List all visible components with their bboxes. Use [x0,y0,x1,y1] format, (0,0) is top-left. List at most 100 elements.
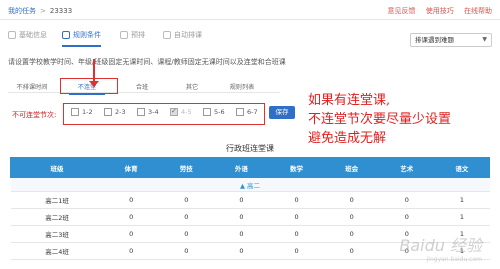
chevron-up-icon: ▲ [239,181,245,190]
breadcrumb-separator: > [40,7,46,15]
option-label: 2-3 [115,108,126,116]
checkbox[interactable] [104,108,112,116]
row-class-name: 高二4班 [10,242,104,260]
option-label: 5-6 [214,108,225,116]
table-row: 高二2班 0 0 0 0 0 0 1 [10,208,490,226]
option-6-7[interactable]: 6-7 [236,108,258,116]
header-class: 班级 [9,157,105,178]
table-cell[interactable]: 0 [103,242,159,260]
header-labor: 劳技 [158,157,215,178]
subtab-rule-list[interactable]: 规则列表 [218,82,266,91]
annotation-line-1: 如果有连堂课, [308,93,391,108]
group-row[interactable]: ▲ 高二 [10,177,490,192]
top-bar: 我的任务 >23333 意见反馈 使用技巧 在线帮助 [0,0,500,20]
table-cell[interactable]: 0 [158,242,214,260]
header-math: 数学 [268,157,325,178]
annotation-text: 如果有连堂课, 不连堂节次要尽量少设置 避免造成无解 [308,91,451,148]
tab-basic-info[interactable]: 基础信息 [8,30,47,40]
option-3-4[interactable]: 3-4 [137,108,159,116]
table-cell[interactable]: 0 [158,191,214,209]
table-cell[interactable]: 0 [213,225,269,243]
row-class-name: 高二3班 [10,225,104,243]
table-cell[interactable]: 1 [434,208,490,226]
top-links: 意见反馈 使用技巧 在线帮助 [380,6,492,16]
table-cell[interactable]: 0 [213,208,269,226]
table-cell[interactable]: 0 [324,208,380,226]
table-cell[interactable]: 0 [213,191,269,209]
tab-auto-schedule[interactable]: 自动排课 [163,30,202,40]
rules-icon [62,31,70,39]
feedback-link[interactable]: 意见反馈 [388,7,416,15]
pre-arrange-icon [120,31,128,39]
breadcrumb-task-id: 23333 [49,7,73,15]
table-cell[interactable]: 0 [268,225,325,243]
option-label: 3-4 [148,108,159,116]
watermark-logo: Baidu 经验 jingyan.baidu.com [399,232,482,263]
schedule-problem-dropdown[interactable]: 排课遇到难题 ▼ [410,33,492,47]
table-cell[interactable]: 0 [103,225,159,243]
chevron-down-icon: ▼ [482,36,487,43]
save-button[interactable]: 保存 [269,106,295,119]
subtab-no-class-time[interactable]: 不排课时间 [8,82,56,91]
table-cell[interactable]: 0 [268,208,325,226]
table-cell[interactable]: 0 [379,191,435,209]
header-art: 艺术 [378,157,435,178]
table-cell[interactable]: 0 [158,208,214,226]
schedule-icon [163,31,171,39]
dropdown-label: 排课遇到难题 [415,36,454,44]
option-2-3[interactable]: 2-3 [104,108,126,116]
option-label: 4-5 [181,108,192,116]
breadcrumb: 我的任务 >23333 [8,6,72,16]
option-label: 6-7 [247,108,258,116]
tab-label: 自动排课 [174,31,202,39]
page-description: 请设置学校教学时间、年级/班级固定无课时间、课程/教师固定无课时间以及连堂和合班… [8,58,286,66]
table-row: 高二1班 0 0 0 0 0 0 1 [10,191,490,209]
table-cell[interactable]: 0 [324,242,380,260]
table-header-row: 班级 体育 劳技 外语 数学 班会 艺术 语文 [9,157,491,178]
table-cell[interactable]: 0 [158,225,214,243]
table-cell[interactable]: 1 [434,191,490,209]
option-4-5: 4-5 [170,107,192,116]
header-foreign-language: 外语 [213,157,270,178]
tips-link[interactable]: 使用技巧 [426,7,454,15]
row-class-name: 高二1班 [10,191,104,209]
checkbox-checked [170,107,178,116]
table-cell[interactable]: 0 [103,191,159,209]
row-class-name: 高二2班 [10,208,104,226]
table-cell[interactable]: 0 [268,191,325,209]
checkbox[interactable] [236,108,244,116]
table-cell[interactable]: 0 [268,242,325,260]
table-cell[interactable]: 0 [324,225,380,243]
annotation-line-2: 不连堂节次要尽量少设置 [308,112,452,127]
header-class-meeting: 班会 [323,157,380,178]
help-link[interactable]: 在线帮助 [464,7,492,15]
option-5-6[interactable]: 5-6 [203,108,225,116]
subtab-merged-class[interactable]: 合班 [118,82,166,91]
annotation-box-options [63,103,265,125]
watermark-main: Baidu 经验 [399,236,482,255]
option-label: 1-2 [82,108,93,116]
header-pe: 体育 [103,157,160,178]
table-cell[interactable]: 0 [103,208,159,226]
subtab-other[interactable]: 其它 [168,82,216,91]
header-chinese: 语文 [433,157,491,178]
watermark-sub: jingyan.baidu.com [426,256,482,263]
tab-label: 基础信息 [19,31,47,39]
option-1-2[interactable]: 1-2 [71,108,93,116]
tab-rules[interactable]: 规则条件 [62,30,101,47]
checkbox[interactable] [71,108,79,116]
table-cell[interactable]: 0 [213,242,269,260]
annotation-box-subtab [60,78,118,94]
table-cell[interactable]: 0 [379,208,435,226]
info-icon [8,31,16,39]
checkbox[interactable] [137,108,145,116]
tab-pre-arrange[interactable]: 预排 [120,30,145,40]
rule-subtabs: 不排课时间 不连堂 合班 其它 规则列表 [8,79,280,95]
tab-label: 预排 [131,31,145,39]
tab-label: 规则条件 [73,31,101,39]
breadcrumb-my-tasks[interactable]: 我的任务 [8,7,36,15]
no-consecutive-label: 不可连堂节次: [12,111,57,119]
table-cell[interactable]: 0 [324,191,380,209]
table-title: 行政班连堂课 [226,144,274,153]
checkbox[interactable] [203,108,211,116]
